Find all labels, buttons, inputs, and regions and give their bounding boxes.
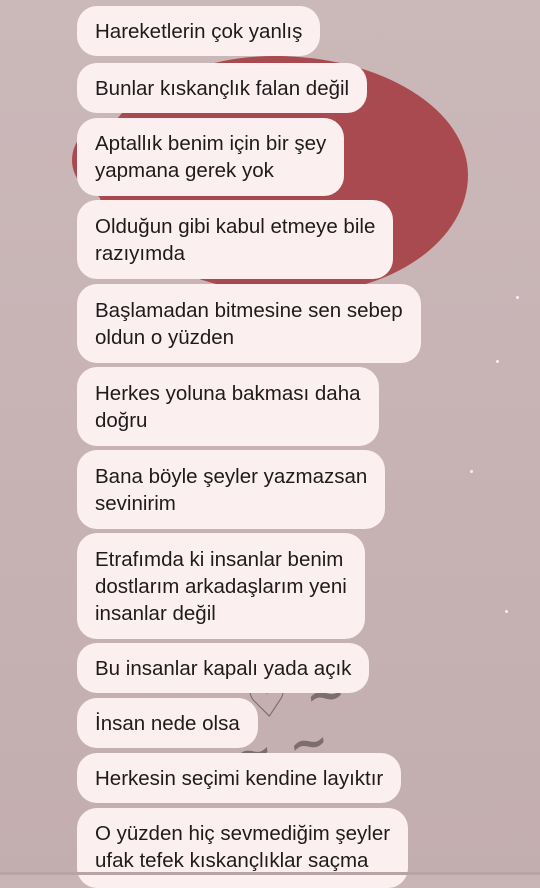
message-text: Aptallık benim için bir şey yapmana gere… bbox=[95, 132, 327, 182]
wallpaper-star bbox=[470, 470, 473, 473]
message-text: Olduğun gibi kabul etmeye bile razıyımda bbox=[95, 214, 376, 265]
message-bubble[interactable]: Herkes yoluna bakması daha doğru bbox=[77, 367, 379, 446]
message-text: Bunlar kıskançlık falan değil bbox=[95, 76, 350, 100]
message-bubble[interactable]: Bunlar kıskançlık falan değil bbox=[77, 63, 368, 113]
message-bubble[interactable]: Bana böyle şeyler yazmazsan sevinirim bbox=[77, 450, 386, 529]
message-bubble[interactable]: Etrafımda ki insanlar benim dostlarım ar… bbox=[77, 533, 365, 639]
message-text: Başlamadan bitmesine sen sebep oldun o y… bbox=[95, 298, 403, 349]
message-text: Etrafımda ki insanlar benim dostlarım ar… bbox=[95, 547, 347, 625]
wallpaper-star bbox=[496, 360, 499, 363]
message-text: Bu insanlar kapalı yada açık bbox=[95, 656, 352, 680]
message-bubble[interactable]: İnsan nede olsa bbox=[77, 698, 258, 748]
message-bubble[interactable]: Hareketlerin çok yanlış bbox=[77, 6, 321, 56]
message-bubble[interactable]: O yüzden hiç sevmediğim şeyler ufak tefe… bbox=[77, 808, 409, 888]
message-bubble[interactable]: Bu insanlar kapalı yada açık bbox=[77, 643, 370, 693]
message-text: Hareketlerin çok yanlış bbox=[95, 19, 303, 43]
message-text: O yüzden hiç sevmediğim şeyler ufak tefe… bbox=[95, 822, 391, 872]
wallpaper-star bbox=[516, 296, 519, 299]
message-bubble[interactable]: Aptallık benim için bir şey yapmana gere… bbox=[77, 118, 345, 196]
message-text: Herkes yoluna bakması daha doğru bbox=[95, 381, 361, 432]
message-text: İnsan nede olsa bbox=[95, 711, 240, 735]
message-bubble[interactable]: Herkesin seçimi kendine layıktır bbox=[77, 753, 402, 803]
message-bubble[interactable]: Olduğun gibi kabul etmeye bile razıyımda bbox=[77, 200, 394, 279]
message-bubble[interactable]: Başlamadan bitmesine sen sebep oldun o y… bbox=[77, 284, 421, 363]
message-text: Bana böyle şeyler yazmazsan sevinirim bbox=[95, 464, 368, 515]
message-text: Herkesin seçimi kendine layıktır bbox=[95, 766, 384, 790]
wallpaper-star bbox=[505, 610, 508, 613]
